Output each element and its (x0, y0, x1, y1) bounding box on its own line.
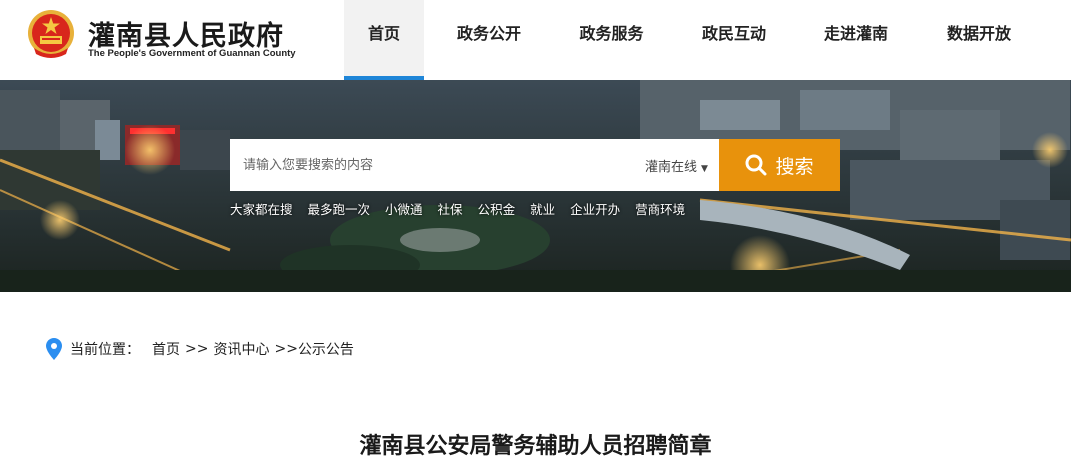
national-emblem-icon[interactable] (26, 8, 76, 62)
breadcrumb-label: 当前位置： (70, 342, 140, 358)
quick-links: 大家都在搜 最多跑一次 小微通 社保 公积金 就业 企业开办 营商环境 (230, 199, 700, 218)
quick-link-small-micro[interactable]: 小微通 (385, 199, 423, 218)
quick-link-employment[interactable]: 就业 (530, 199, 555, 218)
nav-item-gov-services[interactable]: 政务服务 (554, 0, 669, 80)
nav-item-open-data[interactable]: 数据开放 (913, 0, 1045, 80)
search-scope-select[interactable]: 灌南在线 ▼ (645, 156, 708, 175)
quick-link-social-security[interactable]: 社保 (438, 199, 463, 218)
search-scope-label: 灌南在线 (645, 160, 698, 175)
caret-down-icon: ▼ (701, 164, 708, 174)
site-subtitle: The People's Government of Guannan Count… (88, 48, 296, 59)
breadcrumb-home[interactable]: 首页 (152, 339, 180, 359)
nav-item-home[interactable]: 首页 (344, 0, 424, 80)
quick-link-business-environment[interactable]: 营商环境 (635, 199, 685, 218)
breadcrumb-notices[interactable]: 公示公告 (298, 339, 354, 359)
quick-link-hot-search[interactable]: 大家都在搜 (230, 199, 293, 218)
breadcrumb-separator: >> (185, 341, 209, 357)
quick-link-business-setup[interactable]: 企业开办 (570, 199, 620, 218)
breadcrumb-separator: >> (274, 341, 298, 357)
search-button[interactable]: 搜索 (719, 139, 840, 191)
nav-item-gov-affairs-open[interactable]: 政务公开 (424, 0, 554, 80)
quick-link-housing-fund[interactable]: 公积金 (478, 199, 516, 218)
main-nav: 首页 政务公开 政务服务 政民互动 走进灌南 数据开放 (344, 0, 1045, 80)
quick-link-one-trip[interactable]: 最多跑一次 (308, 199, 371, 218)
breadcrumb-news-center[interactable]: 资讯中心 (213, 339, 269, 359)
nav-item-interaction[interactable]: 政民互动 (669, 0, 799, 80)
search-icon (745, 154, 767, 176)
search-button-label: 搜索 (775, 156, 814, 178)
location-pin-icon (46, 338, 62, 360)
nav-item-about-guannan[interactable]: 走进灌南 (799, 0, 913, 80)
breadcrumb: 当前位置： 首页 >> 资讯中心 >> 公示公告 (46, 338, 354, 360)
search-box: 灌南在线▼ (230, 139, 719, 191)
site-header: 灌南县人民政府 The People's Government of Guann… (0, 0, 1071, 80)
article-title: 灌南县公安局警务辅助人员招聘简章 (359, 434, 712, 459)
search-input[interactable] (230, 139, 630, 191)
